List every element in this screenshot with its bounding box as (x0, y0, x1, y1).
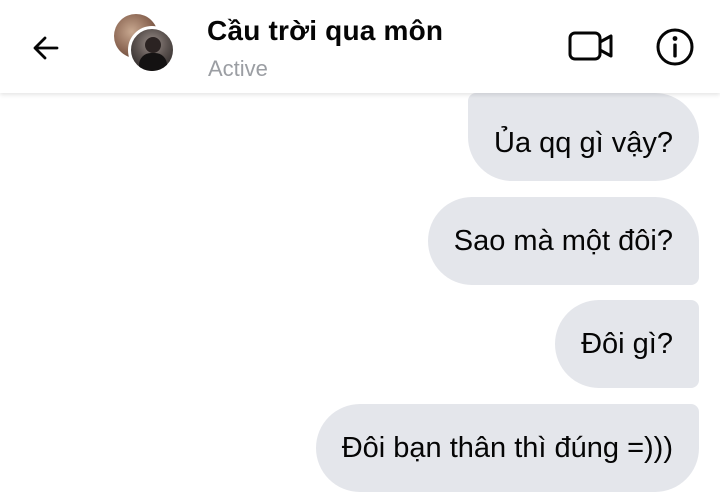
message-bubble[interactable]: Sao mà một đôi? (427, 197, 699, 285)
avatar (128, 26, 176, 74)
chat-header: Cầu trời qua môn Active (0, 0, 720, 93)
message-bubble[interactable]: Ủa qq gì vậy? (468, 93, 699, 181)
info-button[interactable] (652, 24, 698, 70)
back-button[interactable] (26, 28, 66, 68)
info-icon (656, 28, 694, 66)
message-bubble[interactable]: Đôi bạn thân thì đúng =))) (315, 404, 699, 492)
message-thread[interactable]: Ủa qq gì vậy? Sao mà một đôi? Đôi gì? Đô… (0, 93, 720, 502)
video-call-icon (568, 31, 613, 61)
contact-name[interactable]: Cầu trời qua môn (207, 15, 443, 47)
message-bubble[interactable]: Đôi gì? (555, 300, 699, 388)
contact-status: Active (208, 56, 268, 81)
back-arrow-icon (33, 36, 59, 60)
video-call-button[interactable] (565, 24, 617, 68)
messenger-chat-screen: Cầu trời qua môn Active Ủa qq gì vậy? Sa… (0, 0, 720, 502)
contact-avatar-group[interactable] (114, 14, 178, 78)
